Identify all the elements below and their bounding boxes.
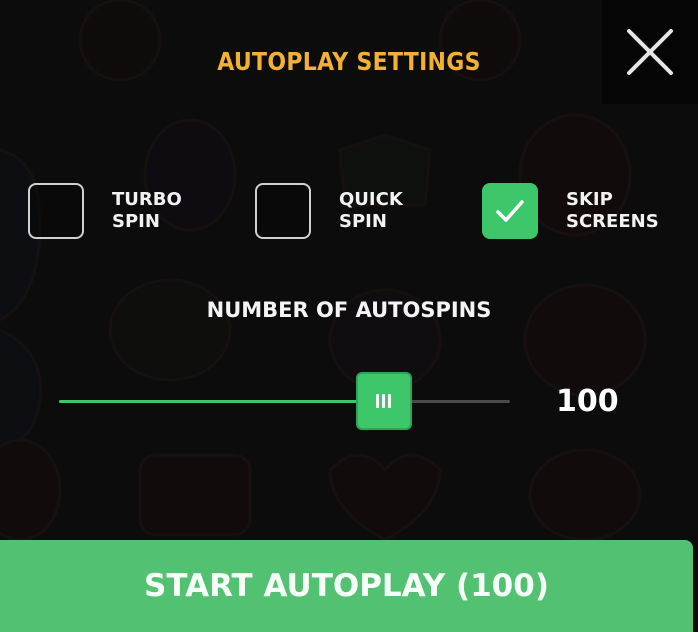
autoplay-settings-dialog: AUTOPLAY SETTINGS TURBO SPIN QUICK SPIN … [0,0,698,632]
option-skip-screens[interactable]: SKIP SCREENS [482,183,686,239]
skip-screens-label: SKIP SCREENS [566,189,659,232]
turbo-spin-checkbox[interactable] [28,183,84,239]
dialog-title: AUTOPLAY SETTINGS [217,48,481,77]
slider-fill [59,400,384,403]
option-quick-spin[interactable]: QUICK SPIN [255,183,459,239]
slider-thumb[interactable] [355,372,412,430]
start-autoplay-button[interactable]: START AUTOPLAY (100) [0,540,693,632]
option-turbo-spin[interactable]: TURBO SPIN [28,183,232,239]
autospins-value: 100 [556,384,619,419]
slider-grip-icon [376,394,392,408]
autospins-slider[interactable] [59,372,510,430]
checkmark-icon [496,200,524,222]
quick-spin-label: QUICK SPIN [339,189,403,232]
autospins-heading: NUMBER OF AUTOSPINS [206,298,492,322]
quick-spin-checkbox[interactable] [255,183,311,239]
turbo-spin-label: TURBO SPIN [112,189,182,232]
skip-screens-checkbox[interactable] [482,183,538,239]
